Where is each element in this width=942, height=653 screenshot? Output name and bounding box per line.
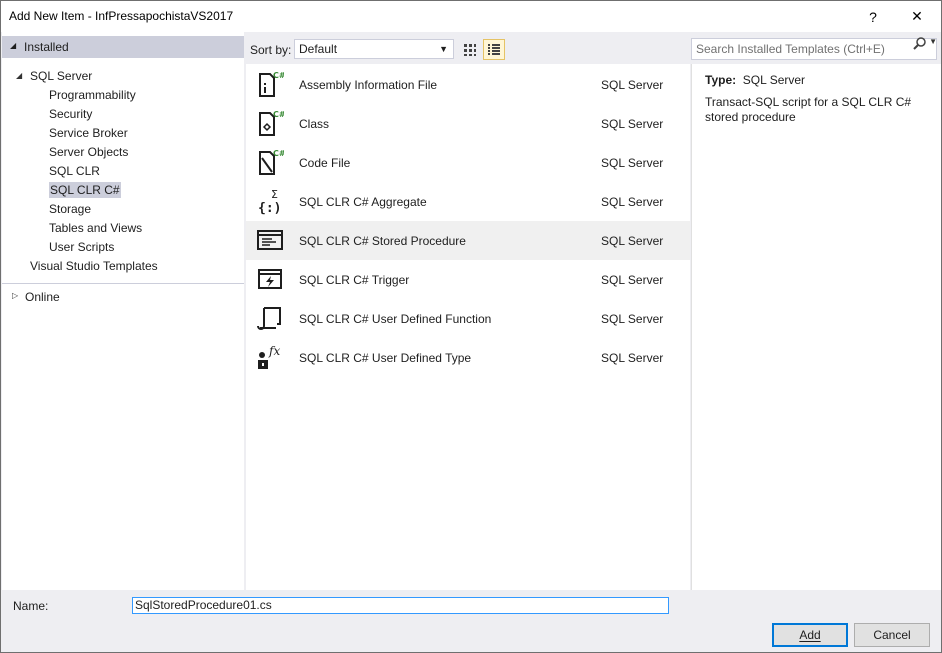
svg-text:Σ: Σ xyxy=(271,188,278,201)
tree-item-label: User Scripts xyxy=(49,240,115,254)
template-category: SQL Server xyxy=(601,273,664,287)
template-description: Transact-SQL script for a SQL CLR C# sto… xyxy=(705,95,912,124)
template-item[interactable]: fx SQL CLR C# User Defined Type SQL Server xyxy=(246,338,690,377)
tree-item-storage[interactable]: Storage xyxy=(49,200,91,218)
name-label: Name: xyxy=(13,599,49,613)
close-button[interactable]: ✕ xyxy=(895,1,939,32)
type-line: Type: SQL Server xyxy=(705,73,805,87)
expanded-arrow-icon: ◢ xyxy=(10,41,17,50)
cancel-button-label: Cancel xyxy=(873,628,911,642)
template-item[interactable]: Σ {:) SQL CLR C# Aggregate SQL Server xyxy=(246,182,690,221)
function-icon xyxy=(256,304,284,332)
name-field[interactable]: SqlStoredProcedure01.cs xyxy=(132,597,669,614)
template-item[interactable]: SQL CLR C# User Defined Function SQL Serv… xyxy=(246,299,690,338)
template-item[interactable]: C# Class SQL Server xyxy=(246,104,690,143)
template-category: SQL Server xyxy=(601,351,664,365)
type-label: Type: xyxy=(705,73,737,87)
template-list: C#Assembly Information FileSQL ServerC#C… xyxy=(246,64,690,590)
tree-item-programmability[interactable]: Programmability xyxy=(49,86,136,104)
code-file-icon: C# xyxy=(256,148,286,176)
search-area: Search Installed Templates (Ctrl+E) ▼ xyxy=(691,32,941,64)
trigger-icon xyxy=(256,265,284,293)
expanded-arrow-icon: ◢ xyxy=(16,71,23,80)
name-field-value: SqlStoredProcedure01.cs xyxy=(135,598,272,612)
small-icons-view-button[interactable] xyxy=(483,39,505,60)
add-button-label: Add xyxy=(799,628,821,642)
list-view-icon xyxy=(488,43,500,55)
collapsed-arrow-icon: ▷ xyxy=(12,291,19,300)
template-name: SQL CLR C# Trigger xyxy=(299,273,410,287)
online-label: Online xyxy=(25,290,60,304)
template-details-panel: Type: SQL Server Transact-SQL script for… xyxy=(691,64,941,590)
add-new-item-dialog: Add New Item - InfPressapochistaVS2017 ?… xyxy=(0,0,942,653)
tree-item-label: Service Broker xyxy=(49,126,128,140)
tree-item-label: Programmability xyxy=(49,88,136,102)
template-category: SQL Server xyxy=(601,312,664,326)
tree-item-label: Security xyxy=(49,107,93,121)
search-input[interactable]: Search Installed Templates (Ctrl+E) xyxy=(691,38,937,60)
chevron-down-icon: ▼ xyxy=(439,44,448,54)
search-icon[interactable] xyxy=(913,36,927,53)
tree-item-visual-studio-templates[interactable]: Visual Studio Templates xyxy=(30,257,158,275)
template-item[interactable]: SQL CLR C# Stored Procedure SQL Server xyxy=(246,221,690,260)
category-tree-panel: ◢ Installed ◢ SQL Server Programmability… xyxy=(2,32,244,590)
sort-by-value: Default xyxy=(299,42,338,56)
assembly-info-icon: C# xyxy=(256,70,286,98)
type-value: SQL Server xyxy=(742,73,806,87)
tree-item-label: SQL CLR xyxy=(49,164,100,178)
online-node[interactable]: ▷ Online xyxy=(2,283,244,309)
tree-item-tables-and-views[interactable]: Tables and Views xyxy=(49,219,142,237)
svg-text:fx: fx xyxy=(268,344,280,358)
tree-item-service-broker[interactable]: Service Broker xyxy=(49,124,128,142)
sort-by-label: Sort by: xyxy=(250,43,292,57)
template-item[interactable]: C# Code File SQL Server xyxy=(246,143,690,182)
svg-text:{:): {:) xyxy=(258,201,281,215)
template-name: SQL CLR C# Aggregate xyxy=(299,195,427,209)
help-button[interactable]: ? xyxy=(851,1,895,32)
template-category: SQL Server xyxy=(601,195,664,209)
installed-label: Installed xyxy=(24,40,69,54)
tree-item-sql-clr-c[interactable]: SQL CLR C# xyxy=(49,181,121,199)
template-item[interactable]: C# Assembly Information File SQL Server xyxy=(246,65,690,104)
tree-item-label: Storage xyxy=(49,202,92,216)
template-name: Class xyxy=(299,117,330,131)
medium-icons-view-button[interactable] xyxy=(459,39,481,60)
template-item[interactable]: SQL CLR C# Trigger SQL Server xyxy=(246,260,690,299)
tree-item-label: Tables and Views xyxy=(49,221,143,235)
tree-item-label: SQL CLR C# xyxy=(49,182,121,198)
template-name: SQL CLR C# User Defined Type xyxy=(299,351,472,365)
tree-item-label: Visual Studio Templates xyxy=(30,259,158,273)
template-name: SQL CLR C# Stored Procedure xyxy=(299,234,466,248)
tree-item-label: Server Objects xyxy=(49,145,129,159)
class-icon: C# xyxy=(256,109,286,137)
template-category: SQL Server xyxy=(601,78,664,92)
template-toolbar: Sort by: Default ▼ xyxy=(246,32,690,64)
search-placeholder: Search Installed Templates (Ctrl+E) xyxy=(696,42,885,56)
user-defined-type-icon: fx xyxy=(256,343,284,371)
stored-procedure-icon xyxy=(256,226,284,254)
template-category: SQL Server xyxy=(601,156,664,170)
title-bar: Add New Item - InfPressapochistaVS2017 ?… xyxy=(1,1,941,32)
dialog-title: Add New Item - InfPressapochistaVS2017 xyxy=(9,9,234,23)
sort-by-dropdown[interactable]: Default ▼ xyxy=(294,39,454,59)
search-options-chevron-icon[interactable]: ▼ xyxy=(929,37,937,46)
template-category: SQL Server xyxy=(601,117,664,131)
template-category: SQL Server xyxy=(601,234,664,248)
tree-item-security[interactable]: Security xyxy=(49,105,92,123)
tree-item-user-scripts[interactable]: User Scripts xyxy=(49,238,114,256)
tree-item-sql-clr[interactable]: SQL CLR xyxy=(49,162,100,180)
template-name: Code File xyxy=(299,156,351,170)
add-button[interactable]: Add xyxy=(772,623,848,647)
cancel-button[interactable]: Cancel xyxy=(854,623,930,647)
tree-item-server-objects[interactable]: Server Objects xyxy=(49,143,128,161)
grid-view-icon xyxy=(464,43,476,56)
aggregate-icon: Σ {:) xyxy=(256,187,284,216)
template-name: Assembly Information File xyxy=(299,78,438,92)
tree-item-label: SQL Server xyxy=(30,69,93,83)
template-name: SQL CLR C# User Defined Function xyxy=(299,312,492,326)
installed-node[interactable]: ◢ Installed xyxy=(2,36,244,58)
